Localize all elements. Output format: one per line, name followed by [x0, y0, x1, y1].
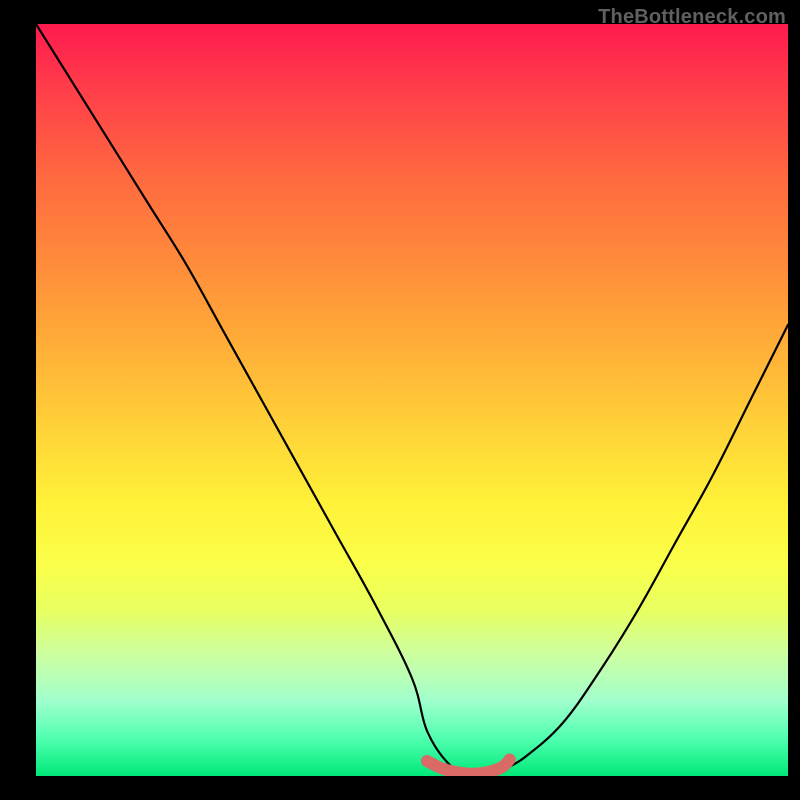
plot-area	[36, 24, 788, 776]
chart-svg	[36, 24, 788, 776]
chart-frame: TheBottleneck.com	[0, 0, 800, 800]
watermark: TheBottleneck.com	[598, 6, 786, 29]
trough-marker	[427, 759, 510, 773]
bottleneck-curve	[36, 24, 788, 776]
